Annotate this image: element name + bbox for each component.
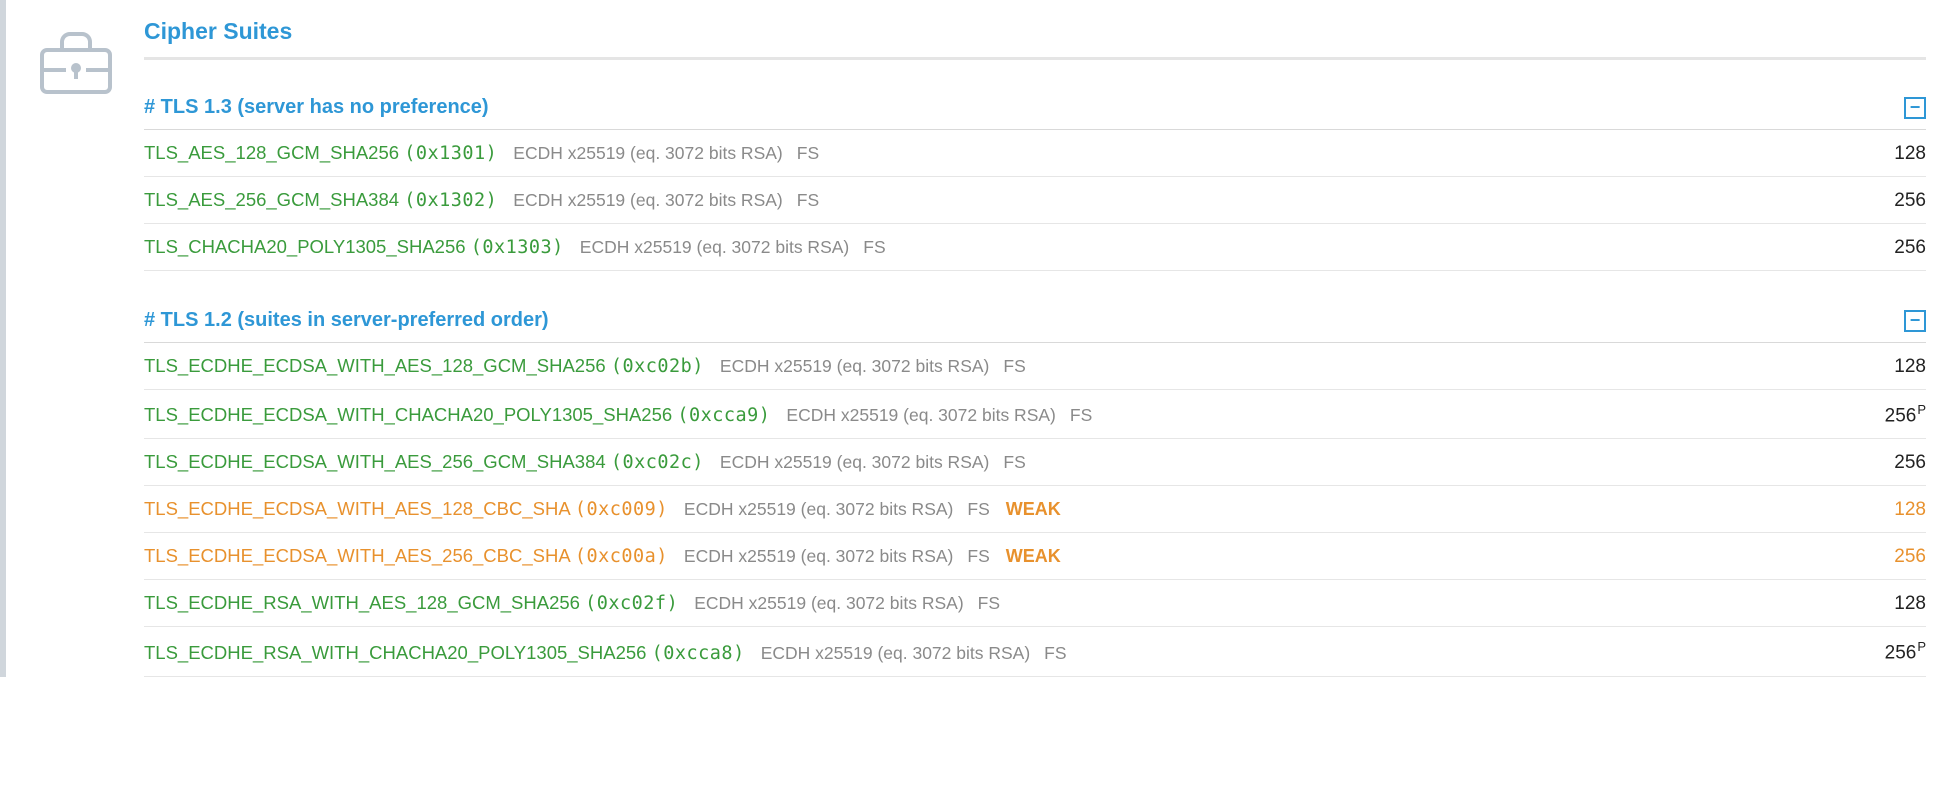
forward-secrecy-label: FS (797, 190, 819, 211)
section-icon-container (36, 18, 116, 677)
forward-secrecy-label: FS (1003, 356, 1025, 377)
weak-badge: WEAK (1006, 499, 1061, 520)
cipher-row: TLS_AES_256_GCM_SHA384 (0x1302) ECDH x255… (144, 177, 1926, 224)
cipher-code: (0xcca9) (677, 405, 770, 426)
cipher-strength-bits: 128 (1894, 593, 1926, 615)
briefcase-lock-icon (36, 28, 116, 98)
cipher-code: (0xc00a) (575, 546, 668, 567)
cipher-strength-bits: 128 (1894, 143, 1926, 165)
key-exchange: ECDH x25519 (eq. 3072 bits RSA) (694, 593, 963, 614)
cipher-strength-bits: 128 (1894, 356, 1926, 378)
cipher-row: TLS_CHACHA20_POLY1305_SHA256 (0x1303) ECD… (144, 224, 1926, 271)
key-exchange: ECDH x25519 (eq. 3072 bits RSA) (786, 405, 1055, 426)
cipher-row: TLS_ECDHE_ECDSA_WITH_AES_128_CBC_SHA (0x… (144, 486, 1926, 533)
forward-secrecy-label: FS (967, 546, 989, 567)
cipher-name: TLS_AES_128_GCM_SHA256 (0x1301) (144, 142, 497, 164)
cipher-name: TLS_ECDHE_RSA_WITH_AES_128_GCM_SHA256 (0… (144, 592, 678, 614)
bits-suffix: P (1917, 402, 1926, 417)
section-title: Cipher Suites (144, 18, 1926, 60)
forward-secrecy-label: FS (978, 593, 1000, 614)
cipher-code: (0xc02f) (585, 593, 678, 614)
key-exchange: ECDH x25519 (eq. 3072 bits RSA) (720, 452, 989, 473)
cipher-name: TLS_AES_256_GCM_SHA384 (0x1302) (144, 189, 497, 211)
cipher-row: TLS_ECDHE_ECDSA_WITH_CHACHA20_POLY1305_S… (144, 390, 1926, 439)
key-exchange: ECDH x25519 (eq. 3072 bits RSA) (761, 643, 1030, 664)
cipher-row: TLS_ECDHE_ECDSA_WITH_AES_256_GCM_SHA384 … (144, 439, 1926, 486)
cipher-group-title: # TLS 1.2 (suites in server-preferred or… (144, 309, 549, 332)
cipher-code: (0x1303) (471, 237, 564, 258)
cipher-code: (0xcca8) (652, 643, 745, 664)
cipher-row: TLS_ECDHE_ECDSA_WITH_AES_256_CBC_SHA (0x… (144, 533, 1926, 580)
forward-secrecy-label: FS (1070, 405, 1092, 426)
cipher-group-header: # TLS 1.2 (suites in server-preferred or… (144, 301, 1926, 343)
forward-secrecy-label: FS (1003, 452, 1025, 473)
cipher-name: TLS_ECDHE_ECDSA_WITH_AES_128_GCM_SHA256 … (144, 355, 704, 377)
cipher-code: (0x1301) (404, 143, 497, 164)
cipher-row: TLS_ECDHE_ECDSA_WITH_AES_128_GCM_SHA256 … (144, 343, 1926, 390)
cipher-group-header: # TLS 1.3 (server has no preference) − (144, 88, 1926, 130)
forward-secrecy-label: FS (797, 143, 819, 164)
forward-secrecy-label: FS (1044, 643, 1066, 664)
cipher-group-title: # TLS 1.3 (server has no preference) (144, 96, 489, 119)
cipher-row: TLS_AES_128_GCM_SHA256 (0x1301) ECDH x255… (144, 130, 1926, 177)
cipher-strength-bits: 256 (1894, 237, 1926, 259)
cipher-strength-bits: 256P (1885, 402, 1926, 427)
cipher-row: TLS_ECDHE_RSA_WITH_CHACHA20_POLY1305_SHA… (144, 627, 1926, 676)
key-exchange: ECDH x25519 (eq. 3072 bits RSA) (513, 143, 782, 164)
cipher-strength-bits: 256 (1894, 190, 1926, 212)
key-exchange: ECDH x25519 (eq. 3072 bits RSA) (720, 356, 989, 377)
collapse-button[interactable]: − (1904, 310, 1926, 332)
cipher-code: (0x1302) (404, 190, 497, 211)
weak-badge: WEAK (1006, 546, 1061, 567)
cipher-name: TLS_ECDHE_ECDSA_WITH_AES_128_CBC_SHA (0x… (144, 498, 668, 520)
cipher-strength-bits: 256 (1894, 546, 1926, 568)
cipher-code: (0xc02c) (611, 452, 704, 473)
key-exchange: ECDH x25519 (eq. 3072 bits RSA) (513, 190, 782, 211)
cipher-strength-bits: 256P (1885, 639, 1926, 664)
collapse-button[interactable]: − (1904, 97, 1926, 119)
cipher-code: (0xc009) (575, 499, 668, 520)
key-exchange: ECDH x25519 (eq. 3072 bits RSA) (580, 237, 849, 258)
cipher-code: (0xc02b) (611, 356, 704, 377)
cipher-strength-bits: 256 (1894, 452, 1926, 474)
cipher-row: TLS_ECDHE_RSA_WITH_AES_128_GCM_SHA256 (0… (144, 580, 1926, 627)
bits-suffix: P (1917, 639, 1926, 654)
cipher-name: TLS_ECDHE_ECDSA_WITH_AES_256_CBC_SHA (0x… (144, 545, 668, 567)
cipher-name: TLS_ECDHE_RSA_WITH_CHACHA20_POLY1305_SHA… (144, 642, 745, 664)
cipher-name: TLS_CHACHA20_POLY1305_SHA256 (0x1303) (144, 236, 564, 258)
cipher-strength-bits: 128 (1894, 499, 1926, 521)
forward-secrecy-label: FS (967, 499, 989, 520)
cipher-name: TLS_ECDHE_ECDSA_WITH_CHACHA20_POLY1305_S… (144, 404, 770, 426)
key-exchange: ECDH x25519 (eq. 3072 bits RSA) (684, 499, 953, 520)
key-exchange: ECDH x25519 (eq. 3072 bits RSA) (684, 546, 953, 567)
forward-secrecy-label: FS (863, 237, 885, 258)
cipher-name: TLS_ECDHE_ECDSA_WITH_AES_256_GCM_SHA384 … (144, 451, 704, 473)
